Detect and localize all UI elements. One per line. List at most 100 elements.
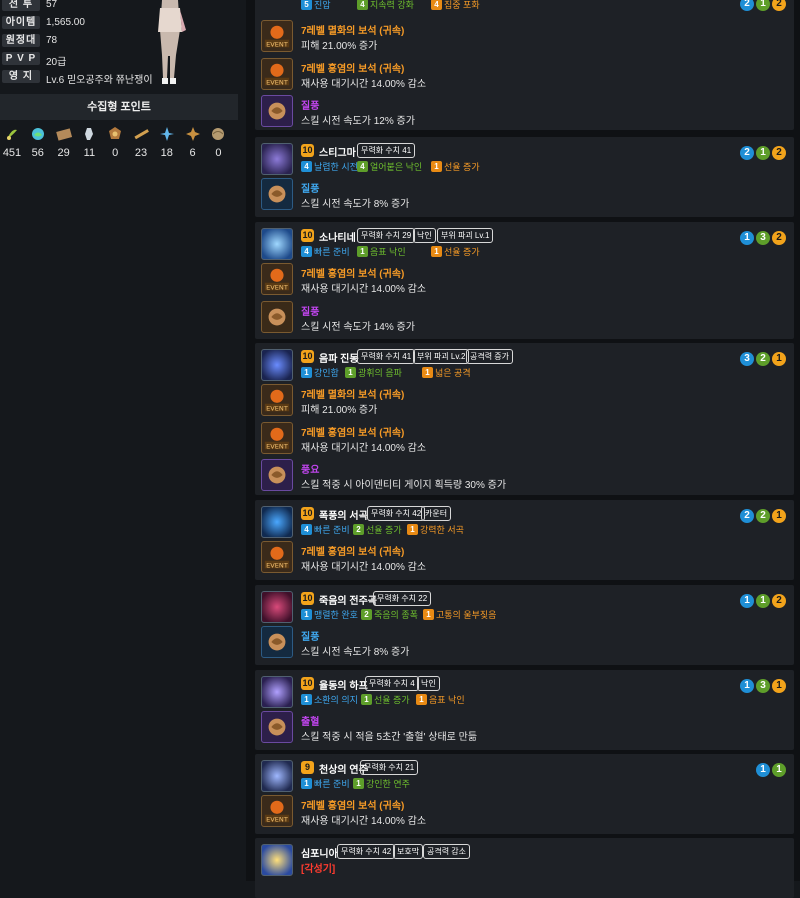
gem-effect: 스킬 적중 시 적을 5초간 '출혈' 상태로 만듦	[301, 732, 478, 743]
gem-name: 7레벨 홍염의 보석 (귀속)	[301, 547, 405, 558]
skill-level-badge: 10	[301, 592, 314, 605]
tripod-name: 선율 증가	[366, 525, 402, 535]
tripod: 1 선율 증가	[431, 245, 480, 258]
tripod-summary: 11	[754, 763, 786, 777]
skill-card[interactable]: 심포니아 무력화 수치 42 보호막 공격력 감소 [각성기]	[255, 838, 794, 898]
collection-points: 451 56 29 11 0 23 18 6 0	[0, 122, 238, 162]
tripod-count: 1	[772, 352, 786, 366]
skill-name: 스티그마	[319, 148, 356, 159]
tripod-name: 얼어붙은 낙인	[370, 162, 423, 172]
tripod-level: 4	[301, 246, 312, 257]
gem-icon: EVENT	[261, 384, 293, 416]
skill-tag: 부위 파괴 Lv.1	[437, 228, 494, 243]
skill-name: 음파 진동	[319, 354, 359, 365]
gem-icon: EVENT	[261, 20, 293, 52]
gem-icon: EVENT	[261, 57, 293, 90]
skill-icon	[261, 591, 293, 623]
skill-name: 폭풍의 서곡	[319, 511, 368, 522]
skill-tag: 무력화 수치 4	[365, 676, 419, 691]
tripod: 1 빠른 준비	[301, 777, 350, 790]
tripod: 2 선율 증가	[353, 523, 402, 536]
tripod: 1 선율 증가	[361, 693, 410, 706]
skill-icon	[261, 143, 293, 175]
tripod-level: 4	[357, 0, 368, 10]
tripod-level: 1	[361, 694, 372, 705]
gem-effect: 재사용 대기시간 14.00% 감소	[301, 562, 427, 573]
stat-label: 영 지	[2, 70, 40, 83]
tripod-level: 1	[422, 367, 433, 378]
tripod-name: 죽음의 종폭	[374, 610, 418, 620]
skill-card[interactable]: 10 폭풍의 서곡 무력화 수치 42 카운터 4 빠른 준비 2 선율 증가 1 강력한 …	[255, 500, 794, 580]
gem-icon: EVENT	[261, 421, 293, 454]
gem-effect: 스킬 적중 시 아이덴티티 게이지 획득량 30% 증가	[301, 480, 507, 491]
stat-value: 1,565.00	[46, 17, 85, 28]
stat-label: 아이템	[2, 16, 40, 29]
island-heart-icon	[30, 126, 46, 142]
gem-name: 질풍	[301, 101, 320, 112]
tripod-level: 4	[301, 161, 312, 172]
rune-icon	[261, 300, 293, 333]
skill-card[interactable]: 5 진압 4 지속력 강화 4 집중 포화 2 1 2 EVENT 7레벨 멸화의 보석 (귀…	[255, 0, 794, 130]
tripod-name: 빠른 준비	[314, 779, 350, 789]
skill-level-badge: 10	[301, 350, 314, 363]
tripod-count: 2	[756, 352, 770, 366]
tripod-level: 4	[301, 524, 312, 535]
collection-count: 23	[134, 147, 148, 159]
tripod: 1 소환의 의지	[301, 693, 358, 706]
tripod: 1 넓은 공격	[422, 366, 471, 379]
tripod-count: 2	[772, 146, 786, 160]
tripod-name: 넓은 공격	[435, 368, 471, 378]
stat-item-level: 아이템 1,565.00	[0, 14, 240, 31]
tripod-level: 4	[431, 0, 442, 10]
stat-roster: 원정대 78	[0, 32, 240, 49]
gem-name: 7레벨 멸화의 보석 (귀속)	[301, 26, 405, 37]
tripod-count: 1	[756, 146, 770, 160]
skill-card[interactable]: 10 죽음의 전주곡 무력화 수치 22 1 맹렬한 완호 2 죽음의 종폭 1 고통의 …	[255, 585, 794, 665]
tripod: 4 날렵한 시전	[301, 160, 358, 173]
skill-tag: 무력화 수치 42	[337, 844, 396, 859]
tripod: 5 진압	[301, 0, 331, 11]
tripod: 2 죽음의 종폭	[361, 608, 418, 621]
tripod-level: 1	[301, 367, 312, 378]
tripod-level: 4	[357, 161, 368, 172]
skill-card[interactable]: 10 율동의 하프 무력화 수치 4 낙인 1 소환의 의지 1 선율 증가 1 음표 낙인…	[255, 670, 794, 750]
stat-label: 원정대	[2, 34, 40, 47]
tripod-count: 1	[772, 679, 786, 693]
skill-name: 율동의 하프	[319, 681, 368, 692]
rune-icon	[261, 626, 293, 658]
gem-effect: 재사용 대기시간 14.00% 감소	[301, 442, 427, 454]
tripod-name: 맹렬한 완호	[314, 610, 358, 620]
stat-value: 78	[46, 35, 58, 46]
tripod-summary: 112	[738, 594, 786, 608]
tripod: 1 고통의 울부짖음	[423, 608, 496, 621]
tripod: 4 지속력 강화	[357, 0, 414, 11]
skill-icon	[261, 228, 293, 260]
skill-card[interactable]: 10 소나티네 무력화 수치 29 낙인 부위 파괴 Lv.1 4 빠른 준비 1 음표 낙…	[255, 222, 794, 339]
gem-name: 7레벨 홍염의 보석 (귀속)	[301, 427, 405, 439]
gem-name: 질풍	[301, 306, 320, 318]
collection-count: 18	[160, 147, 173, 159]
skill-icon	[261, 506, 293, 538]
skill-card[interactable]: 9 천상의 연주 무력화 수치 21 1 빠른 준비 1 강인한 연주 1 1 EVENT 7…	[255, 754, 794, 834]
tripod-name: 빠른 준비	[314, 247, 350, 257]
skill-tag: 낙인	[413, 228, 436, 243]
tripod-summary: 212	[738, 146, 786, 160]
tripod-level: 1	[301, 609, 312, 620]
tripod-name: 지속력 강화	[370, 0, 414, 10]
skill-icon	[261, 676, 293, 708]
gem-name: 7레벨 홍염의 보석 (귀속)	[301, 269, 405, 280]
skill-card[interactable]: 10 음파 진동 무력화 수치 41 부위 파괴 Lv.2 공격력 증가 1 강인함 1광…	[255, 343, 794, 495]
gem-icon: EVENT	[261, 541, 293, 573]
svg-text:EVENT: EVENT	[266, 442, 289, 450]
rune-icon	[261, 178, 293, 210]
collection-count: 29	[57, 147, 70, 159]
tripod-name: 강인한 연주	[366, 779, 410, 789]
skill-card[interactable]: 10 스티그마 무력화 수치 41 4 날렵한 시전 4 얼어붙은 낙인 1 선율 증가 2…	[255, 137, 794, 217]
gem-effect: 스킬 시전 속도가 8% 증가	[301, 199, 410, 210]
tripod-name: 집중 포화	[444, 0, 480, 10]
gem-name: 출혈	[301, 717, 320, 728]
skill-tag: 카운터	[421, 506, 452, 521]
svg-text:EVENT: EVENT	[266, 561, 289, 569]
gem-icon: EVENT	[261, 263, 293, 295]
stat-value: 57	[46, 0, 58, 10]
